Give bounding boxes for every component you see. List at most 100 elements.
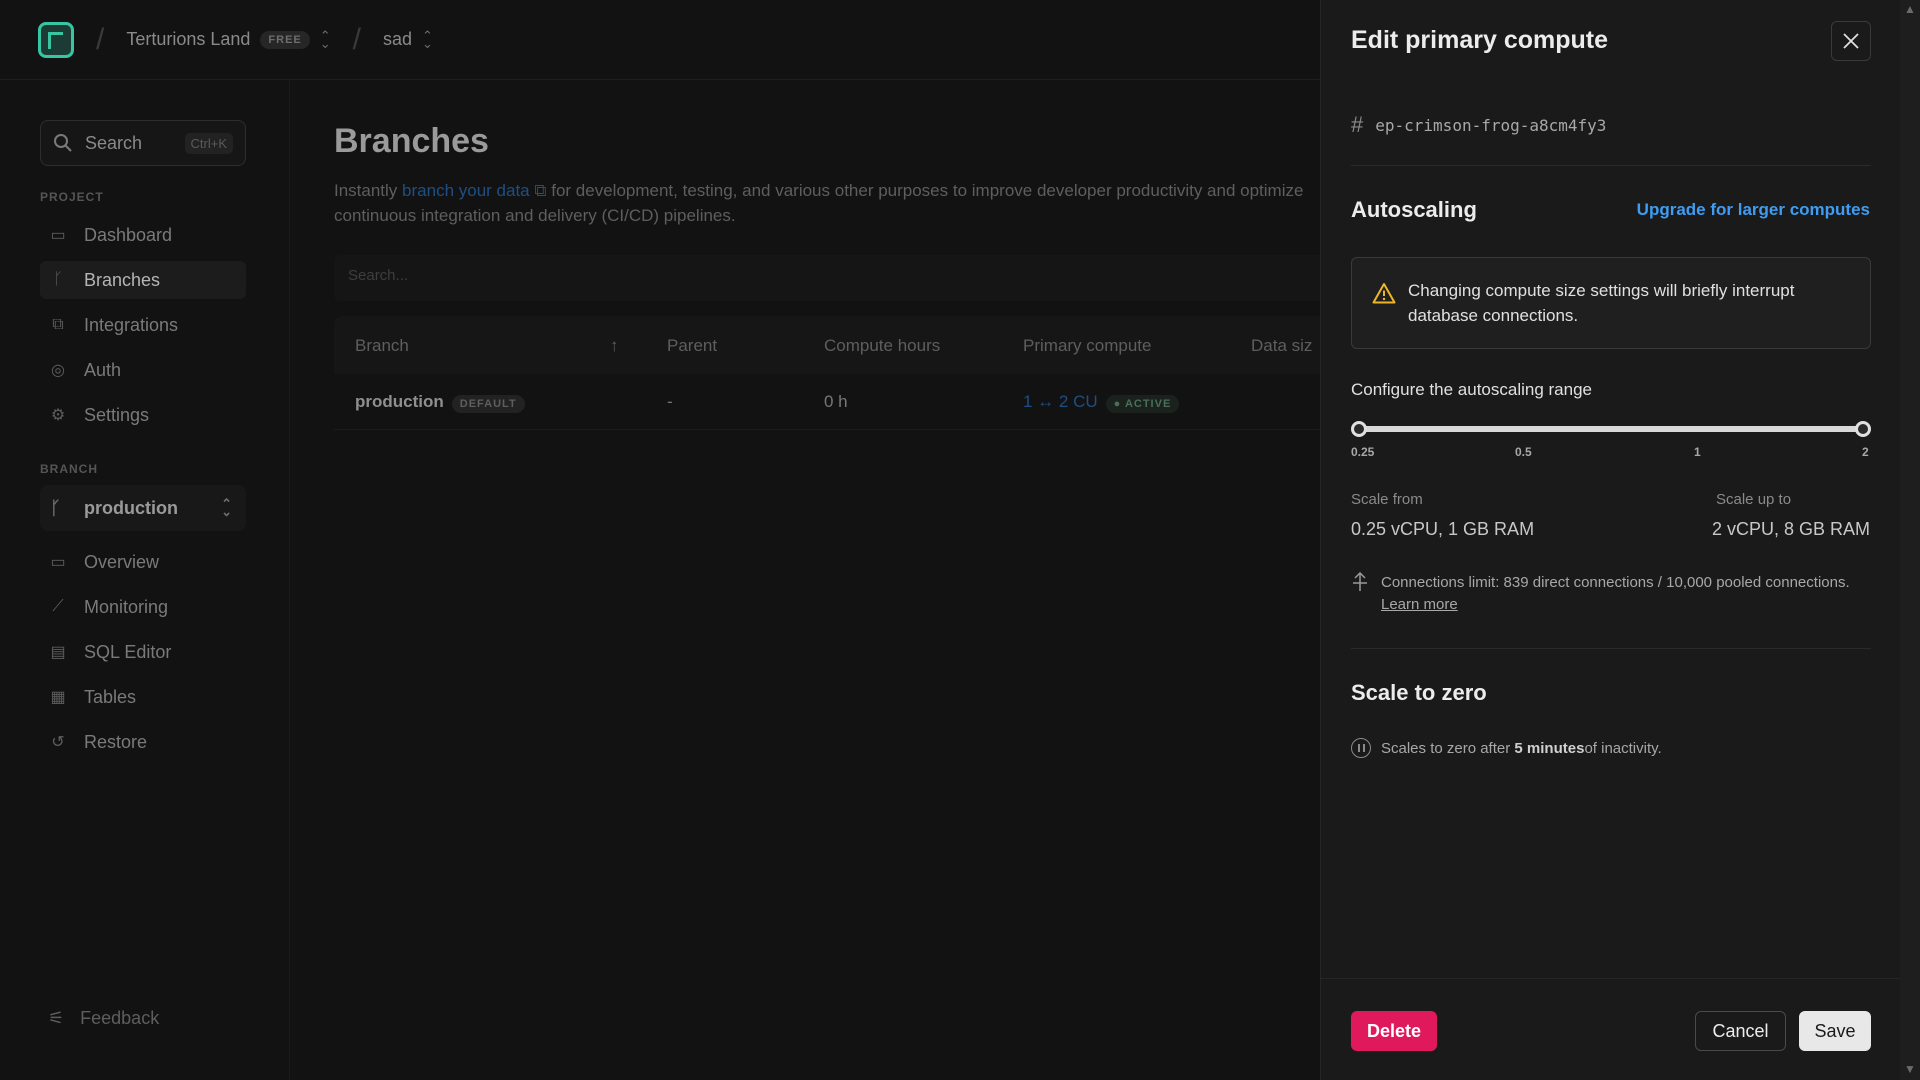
sidebar-item-integrations[interactable]: ⧉ Integrations	[40, 306, 246, 344]
edit-compute-drawer: Edit primary compute # ep-crimson-frog-a…	[1320, 0, 1901, 1080]
compute-range[interactable]: 1 ↔ 2 CU	[1023, 392, 1098, 411]
slider-max-handle[interactable]	[1855, 421, 1871, 437]
scroll-up-icon[interactable]: ▲	[1904, 2, 1916, 16]
sidebar-item-dashboard[interactable]: ▭ Dashboard	[40, 216, 246, 254]
sidebar-item-tables[interactable]: ▦ Tables	[40, 678, 246, 716]
sidebar-item-branches[interactable]: ᚴ Branches	[40, 261, 246, 299]
warning-callout: Changing compute size settings will brie…	[1351, 257, 1871, 349]
connections-limit-note: Connections limit: 839 direct connection…	[1351, 572, 1871, 616]
slider-tick-label: 0.25	[1351, 445, 1375, 459]
search-label: Search	[85, 132, 143, 153]
plan-badge: FREE	[260, 30, 310, 49]
drawer-footer: Delete Cancel Save	[1321, 978, 1901, 1080]
breadcrumb-separator: /	[352, 22, 362, 56]
sidebar-item-restore[interactable]: ↺ Restore	[40, 723, 246, 761]
cancel-button[interactable]: Cancel	[1695, 1011, 1786, 1051]
branch-name-cell[interactable]: production DEFAULT	[355, 392, 525, 413]
page-title: Branches	[334, 122, 489, 160]
page-description: Instantly branch your data ⧉ for develop…	[334, 178, 1334, 228]
slider-min-handle[interactable]	[1351, 421, 1367, 437]
delete-button[interactable]: Delete	[1351, 1011, 1437, 1051]
table-icon: ▦	[50, 689, 66, 706]
feedback-link[interactable]: ⚟ Feedback	[48, 1008, 159, 1029]
search-icon	[54, 134, 72, 152]
scrollbar[interactable]: ▲ ▼	[1900, 0, 1920, 1080]
column-header: Parent	[667, 336, 718, 355]
endpoint-id-row: # ep-crimson-frog-a8cm4fy3	[1351, 112, 1606, 138]
branch-search-input[interactable]: Search...	[334, 255, 1334, 301]
branch-name: production	[355, 392, 444, 411]
autoscaling-heading: Autoscaling	[1351, 197, 1477, 222]
sidebar-item-label: Monitoring	[84, 596, 169, 617]
divider	[1351, 648, 1871, 649]
drawer-title: Edit primary compute	[1351, 26, 1608, 54]
feedback-icon: ⚟	[48, 1008, 65, 1028]
column-header: Data siz	[1251, 336, 1313, 355]
gear-icon: ⚙	[50, 407, 66, 424]
branch-crumb[interactable]: sad	[383, 29, 412, 50]
sidebar-item-monitoring[interactable]: ⟋ Monitoring	[40, 588, 246, 626]
neon-logo-icon[interactable]	[38, 21, 74, 58]
table-row[interactable]: production DEFAULT - 0 h 1 ↔ 2 CU ● ACTIVE	[334, 374, 1334, 430]
scroll-down-icon[interactable]: ▼	[1904, 1062, 1916, 1076]
learn-more-link[interactable]: Learn more	[1381, 596, 1458, 613]
sidebar-item-label: Settings	[84, 404, 150, 425]
scale-from-value: 0.25 vCPU, 1 GB RAM	[1351, 519, 1535, 539]
upgrade-link[interactable]: Upgrade for larger computes	[1637, 200, 1870, 220]
chart-icon: ⟋	[52, 598, 64, 615]
column-header[interactable]: Branch	[355, 336, 409, 356]
scale-from-label: Scale from	[1351, 491, 1423, 508]
sidebar-item-label: Dashboard	[84, 224, 173, 245]
auth-icon: ◎	[51, 362, 65, 379]
scale-up-label: Scale up to	[1716, 491, 1792, 508]
sql-icon: ▤	[50, 644, 66, 661]
sidebar-item-label: Integrations	[84, 314, 179, 335]
scale-to-zero-note: Scales to zero after 5 minutes of inacti…	[1351, 738, 1662, 758]
sidebar-item-overview[interactable]: ▭ Overview	[40, 543, 246, 581]
sidebar-item-label: Auth	[84, 359, 122, 380]
sidebar: Search Ctrl+K PROJECT ▭ Dashboard ᚴ Bran…	[0, 80, 290, 1080]
save-button[interactable]: Save	[1799, 1011, 1871, 1051]
sidebar-item-settings[interactable]: ⚙ Settings	[40, 396, 246, 434]
slider-tick-label: 2	[1862, 445, 1869, 459]
compute-hours-cell: 0 h	[824, 392, 848, 411]
column-header: Compute hours	[824, 336, 941, 355]
branch-docs-link[interactable]: branch your data	[402, 181, 530, 200]
warning-text: Changing compute size settings will brie…	[1408, 281, 1795, 325]
branch-section-label: BRANCH	[40, 462, 98, 476]
restore-icon: ↺	[51, 734, 65, 751]
dashboard-icon: ▭	[50, 227, 66, 244]
endpoint-id: ep-crimson-frog-a8cm4fy3	[1375, 115, 1607, 135]
sidebar-item-label: SQL Editor	[84, 641, 172, 662]
divider	[1351, 165, 1871, 166]
slider-track[interactable]	[1357, 426, 1867, 432]
project-name[interactable]: Terturions Land	[126, 29, 250, 50]
sidebar-item-label: Branches	[84, 269, 161, 290]
sidebar-item-sql-editor[interactable]: ▤ SQL Editor	[40, 633, 246, 671]
configure-range-label: Configure the autoscaling range	[1351, 380, 1592, 399]
active-status-badge: ● ACTIVE	[1105, 395, 1180, 413]
chevron-updown-icon[interactable]: ⌃ ⌄	[320, 29, 331, 50]
project-section-label: PROJECT	[40, 190, 104, 204]
close-button[interactable]	[1831, 21, 1871, 61]
scale-up-value: 2 vCPU, 8 GB RAM	[1711, 519, 1870, 539]
parent-cell: -	[667, 392, 673, 411]
sidebar-item-auth[interactable]: ◎ Auth	[40, 351, 246, 389]
chevron-updown-icon: ⌃ ⌄	[221, 496, 232, 519]
autoscaling-range-slider[interactable]: 0.25 0.5 1 2	[1351, 420, 1871, 460]
sidebar-item-label: Tables	[84, 686, 137, 707]
integrations-icon: ⧉	[52, 316, 64, 333]
table-header: Branch ↑ Parent Compute hours Primary co…	[334, 316, 1334, 374]
sidebar-item-label: Restore	[84, 731, 148, 752]
scale-to-zero-heading: Scale to zero	[1351, 680, 1487, 705]
external-link-icon: ⧉	[529, 181, 547, 200]
branch-selector[interactable]: ᚴ production ⌃ ⌄	[40, 485, 246, 531]
primary-compute-cell[interactable]: 1 ↔ 2 CU ● ACTIVE	[1023, 392, 1180, 413]
chevron-updown-icon[interactable]: ⌃ ⌄	[422, 29, 433, 50]
default-badge: DEFAULT	[451, 395, 525, 413]
feedback-label: Feedback	[80, 1008, 160, 1028]
sort-arrow-icon[interactable]: ↑	[610, 336, 619, 356]
slider-tick-label: 1	[1694, 445, 1701, 459]
search-button[interactable]: Search Ctrl+K	[40, 120, 246, 166]
scale-zero-text: of inactivity.	[1584, 739, 1662, 757]
